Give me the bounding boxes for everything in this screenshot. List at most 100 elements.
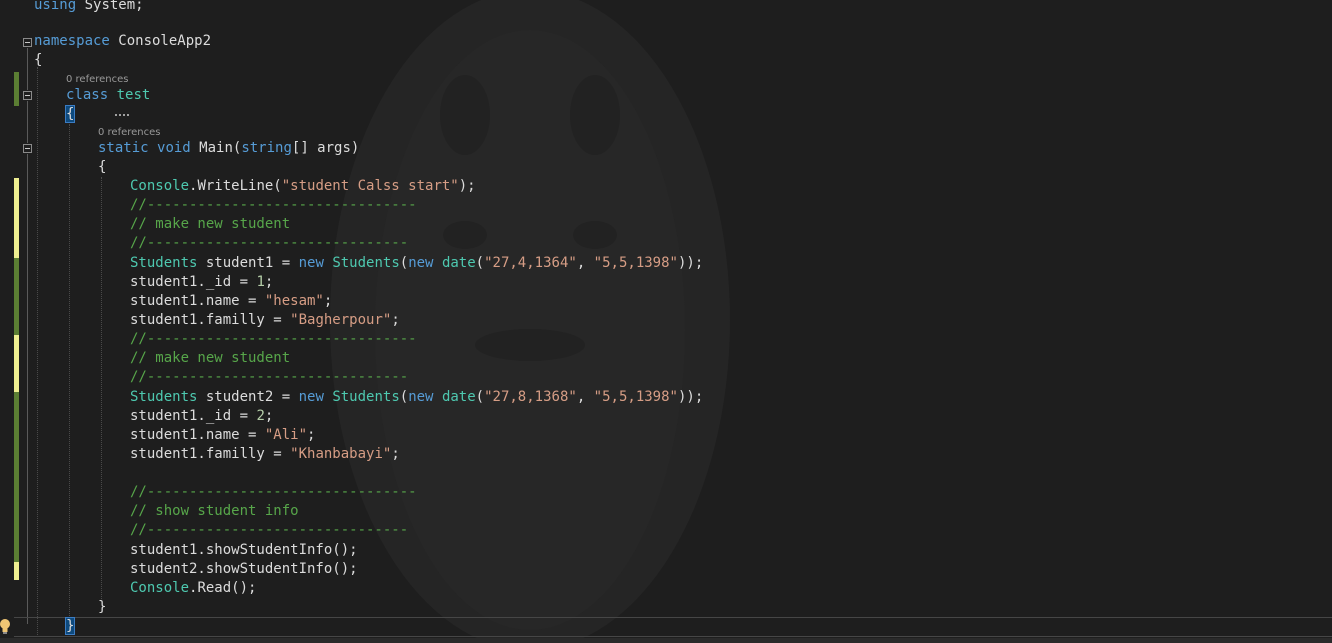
keyword-using: using	[34, 0, 77, 13]
code-line-name[interactable]: student1.name = "Ali";	[130, 426, 315, 445]
brace-highlighted: }	[64, 617, 76, 635]
collapse-method-icon[interactable]	[23, 144, 32, 153]
comment-line[interactable]: // make new student	[130, 215, 290, 234]
comment-line[interactable]: //--------------------------------	[130, 483, 417, 502]
code-line-brace[interactable]: {	[64, 105, 76, 124]
change-bar-unsaved	[14, 178, 19, 258]
code-line-show1[interactable]: student1.showStudentInfo();	[130, 541, 358, 560]
code-line-read[interactable]: Console.Read();	[130, 579, 256, 598]
code-text: );	[458, 178, 476, 194]
number-literal: 2	[256, 408, 265, 424]
code-text: ;	[264, 274, 274, 290]
code-text: student1.name =	[130, 427, 265, 443]
code-line-writeline[interactable]: Console.WriteLine("student Calss start")…	[130, 177, 476, 196]
code-text: ;	[391, 312, 400, 328]
class-name: test	[116, 87, 151, 103]
string-literal: "Ali"	[264, 427, 308, 443]
keyword-new: new	[408, 255, 434, 271]
comment-line[interactable]: // make new student	[130, 349, 290, 368]
indent-guide	[101, 177, 102, 599]
string-literal: "hesam"	[264, 293, 324, 309]
namespace-name: ConsoleApp2	[109, 33, 212, 49]
comment-line[interactable]: // show student info	[130, 502, 299, 521]
change-bar-saved	[14, 392, 19, 562]
brace: {	[34, 52, 43, 68]
code-line-student1-decl[interactable]: Students student1 = new Students(new dat…	[130, 254, 703, 273]
code-text: ;	[264, 408, 274, 424]
current-line-highlight	[14, 617, 1332, 637]
code-line-show2[interactable]: student2.showStudentInfo();	[130, 560, 358, 579]
code-text: ;	[391, 446, 400, 462]
code-text: student1.name =	[130, 293, 265, 309]
string-literal: "student Calss start"	[281, 178, 459, 194]
keyword-class: class	[66, 87, 109, 103]
change-bar-saved	[14, 72, 19, 106]
code-text: .Read();	[189, 580, 257, 596]
change-bar-unsaved	[14, 335, 19, 392]
indent-guide	[69, 124, 70, 618]
code-text: student2.showStudentInfo();	[130, 561, 358, 577]
code-line-familly[interactable]: student1.familly = "Khanbabayi";	[130, 445, 400, 464]
code-line-brace[interactable]: }	[64, 617, 76, 636]
keyword-string: string	[241, 140, 292, 156]
code-text: ;	[323, 293, 333, 309]
comment-line[interactable]: //-------------------------------	[130, 234, 408, 253]
keyword-namespace: namespace	[34, 33, 110, 49]
codelens-references-class[interactable]: 0 references	[66, 74, 129, 86]
type-console: Console	[130, 178, 190, 194]
code-line-name[interactable]: student1.name = "hesam";	[130, 292, 332, 311]
horizontal-scrollbar[interactable]	[0, 638, 1332, 643]
lightbulb-icon[interactable]	[0, 619, 11, 635]
brace-highlighted: {	[64, 105, 76, 123]
comment-line[interactable]: //--------------------------------	[130, 196, 417, 215]
code-text: student1.familly =	[130, 312, 291, 328]
change-bar-saved	[14, 258, 19, 335]
code-line-main[interactable]: static void Main(string[] args)	[98, 139, 359, 158]
method-name: Main(	[190, 140, 242, 156]
code-line-class[interactable]: class test	[66, 86, 150, 105]
indent-guide	[37, 67, 38, 637]
code-line-familly[interactable]: student1.familly = "Bagherpour";	[130, 311, 400, 330]
comment-line[interactable]: //-------------------------------	[130, 368, 408, 387]
string-literal: "Khanbabayi"	[290, 446, 392, 462]
code-line-id[interactable]: student1._id = 2;	[130, 407, 273, 426]
code-line-using[interactable]: using System;	[34, 0, 144, 15]
codelens-references-main[interactable]: 0 references	[98, 127, 161, 139]
code-text: ;	[307, 427, 316, 443]
number-literal: 1	[256, 274, 265, 290]
type-console: Console	[130, 580, 190, 596]
fold-guide-line	[27, 154, 28, 624]
fold-guide-line	[27, 101, 28, 143]
code-text: .WriteLine(	[189, 178, 282, 194]
comment-line[interactable]: //--------------------------------	[130, 330, 417, 349]
code-line-namespace[interactable]: namespace ConsoleApp2	[34, 32, 211, 51]
type-students: Students	[130, 389, 198, 405]
brace: {	[98, 159, 107, 175]
suggestion-squiggle	[115, 111, 129, 116]
string-literal: "27,8,1368"	[484, 389, 577, 405]
code-text: student1.showStudentInfo();	[130, 542, 358, 558]
code-line-brace[interactable]: }	[98, 598, 106, 617]
keyword-new: new	[408, 389, 434, 405]
code-text: student2 =	[197, 389, 299, 405]
type-students: Students	[332, 255, 400, 271]
code-line-brace[interactable]: {	[98, 158, 106, 177]
string-literal: "5,5,1398"	[593, 389, 678, 405]
keyword-static: static	[98, 140, 149, 156]
comment-line[interactable]: //-------------------------------	[130, 521, 408, 540]
type-date: date	[441, 389, 476, 405]
string-literal: "Bagherpour"	[290, 312, 392, 328]
code-text: student1 =	[197, 255, 299, 271]
code-line-brace[interactable]: {	[34, 51, 42, 70]
collapse-class-icon[interactable]	[23, 91, 32, 100]
code-text: student1._id =	[130, 274, 257, 290]
code-line-id[interactable]: student1._id = 1;	[130, 273, 273, 292]
collapse-namespace-icon[interactable]	[23, 38, 32, 47]
type-date: date	[441, 255, 476, 271]
string-literal: "5,5,1398"	[593, 255, 678, 271]
code-text: System;	[76, 0, 144, 13]
change-bar-unsaved	[14, 562, 19, 580]
keyword-new: new	[298, 255, 324, 271]
code-line-student2-decl[interactable]: Students student2 = new Students(new dat…	[130, 388, 703, 407]
code-editor[interactable]: using System; namespace ConsoleApp2 { 0 …	[0, 0, 1332, 643]
